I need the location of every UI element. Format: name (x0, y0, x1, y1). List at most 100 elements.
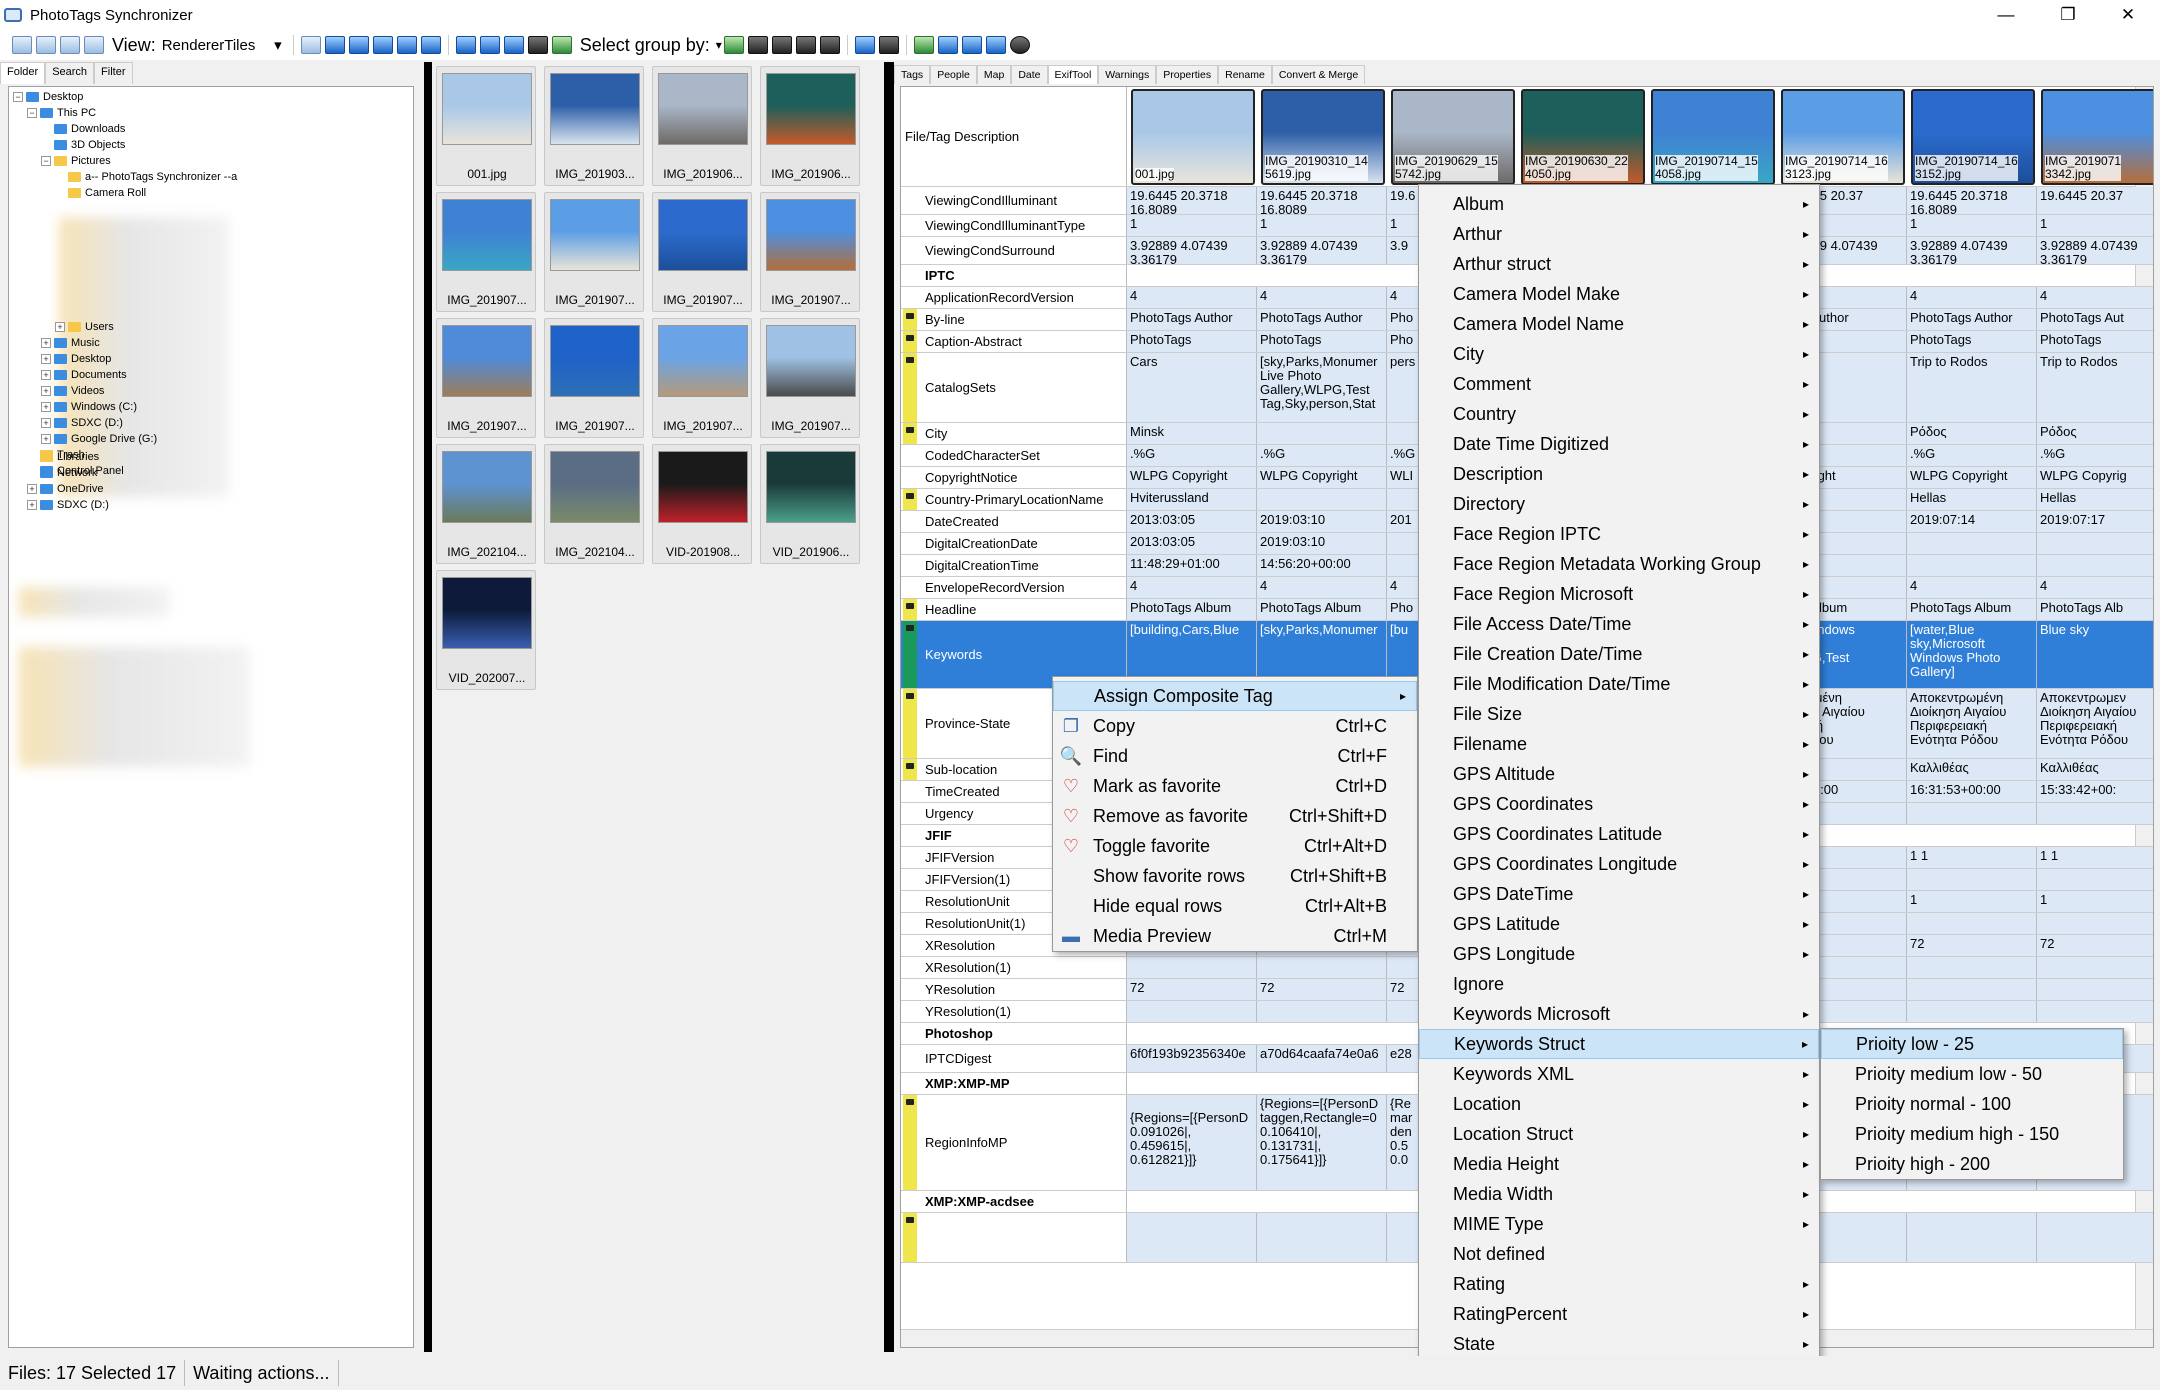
minimize-button[interactable]: — (1978, 0, 2034, 30)
thumbnail-item[interactable]: IMG_201907... (436, 192, 536, 312)
menu-item-description[interactable]: Description ▸ (1419, 459, 1819, 489)
toolbar-icon-2[interactable] (36, 36, 56, 54)
grid-cell[interactable]: {Regions=[{PersonD 0.091026|, 0.459615|,… (1127, 1095, 1257, 1190)
settings-gear-icon[interactable] (961, 36, 982, 54)
menu-item-gps-altitude[interactable]: GPS Altitude ▸ (1419, 759, 1819, 789)
grid-view-icon-1[interactable] (747, 36, 768, 54)
grid-cell[interactable]: PhotoTags Album (1257, 599, 1387, 620)
thumbnail-item[interactable]: IMG_201903... (544, 66, 644, 186)
tree-item[interactable]: + SDXC (D:) (27, 497, 109, 513)
menu-item-directory[interactable]: Directory ▸ (1419, 489, 1819, 519)
grid-cell[interactable]: 1 1 (1907, 847, 2037, 868)
menu-item-arthur-struct[interactable]: Arthur struct ▸ (1419, 249, 1819, 279)
menu-item-not-defined[interactable]: Not defined (1419, 1239, 1819, 1269)
tree-item[interactable]: − This PC (27, 105, 96, 121)
grid-cell[interactable] (2037, 1213, 2153, 1262)
menu-item-media-width[interactable]: Media Width ▸ (1419, 1179, 1819, 1209)
tree-item[interactable]: Libraries (27, 449, 99, 465)
menu-item-comment[interactable]: Comment ▸ (1419, 369, 1819, 399)
tab-properties[interactable]: Properties (1156, 65, 1219, 84)
menu-item-find[interactable]: 🔍 Find Ctrl+F (1053, 741, 1417, 771)
thumbnail-item[interactable]: VID_201906... (760, 444, 860, 564)
grid-cell[interactable] (2037, 1001, 2153, 1022)
grid-cell[interactable]: PhotoTags Aut (2037, 309, 2153, 330)
menu-item-file-access-date-time[interactable]: File Access Date/Time ▸ (1419, 609, 1819, 639)
thumbnail-item[interactable]: IMG_201907... (760, 318, 860, 438)
grid-cell[interactable]: .%G (2037, 445, 2153, 466)
tree-item[interactable]: + Videos (41, 383, 104, 399)
thumbnail-item[interactable]: IMG_201907... (436, 318, 536, 438)
grid-cell[interactable]: 4 (2037, 577, 2153, 598)
menu-item-file-size[interactable]: File Size ▸ (1419, 699, 1819, 729)
tree-item[interactable]: + Music (41, 335, 100, 351)
menu-item-media-height[interactable]: Media Height ▸ (1419, 1149, 1819, 1179)
grid-cell[interactable]: 14:56:20+00:00 (1257, 555, 1387, 576)
column-header-image[interactable]: IMG_20190630_22 4050.jpg (1521, 89, 1645, 185)
menu-item-face-region-metadata-working-group[interactable]: Face Region Metadata Working Group ▸ (1419, 549, 1819, 579)
grid-cell[interactable] (1907, 803, 2037, 824)
menu-item-gps-longitude[interactable]: GPS Longitude ▸ (1419, 939, 1819, 969)
grid-cell[interactable]: [water,Blue sky,Microsoft Windows Photo … (1907, 621, 2037, 688)
grid-cell[interactable]: Αποκεντρωμένη Διοίκηση Αιγαίου Περιφερει… (1907, 689, 2037, 758)
grid-cell[interactable]: {Regions=[{PersonD taggen,Rectangle=0 0.… (1257, 1095, 1387, 1190)
grid-cell[interactable]: 1 (1907, 215, 2037, 236)
toolbar-icon-1[interactable] (12, 36, 32, 54)
grid-cell[interactable]: 4 (2037, 287, 2153, 308)
thumbnail-item[interactable]: IMG_201906... (760, 66, 860, 186)
grid-cell[interactable]: 19.6445 20.3718 16.8089 (1907, 187, 2037, 214)
left-tab-filter[interactable]: Filter (94, 62, 133, 84)
tree-item[interactable]: + Windows (C:) (41, 399, 137, 415)
left-tab-search[interactable]: Search (45, 62, 95, 84)
grid-cell[interactable]: 4 (1907, 577, 2037, 598)
info-icon[interactable] (1009, 36, 1030, 54)
thumbnail-item[interactable]: IMG_201907... (760, 192, 860, 312)
expand-icon[interactable]: + (41, 434, 51, 444)
menu-item-country[interactable]: Country ▸ (1419, 399, 1819, 429)
grid-cell[interactable] (1907, 555, 2037, 576)
view-dropdown[interactable]: RendererTiles ▾ (162, 36, 282, 55)
menu-item-filename[interactable]: Filename ▸ (1419, 729, 1819, 759)
tab-date[interactable]: Date (1011, 65, 1048, 84)
expand-icon[interactable]: + (41, 386, 51, 396)
menu-item-ignore[interactable]: Ignore (1419, 969, 1819, 999)
grid-cell[interactable]: 4 (1127, 577, 1257, 598)
grid-cell[interactable]: Hellas (2037, 489, 2153, 510)
menu-item-keywords-struct[interactable]: Keywords Struct ▸ (1419, 1029, 1819, 1059)
thumbnail-item[interactable]: VID_202007... (436, 570, 536, 690)
favorite-marker-icon[interactable] (903, 331, 917, 352)
grid-cell[interactable] (2037, 957, 2153, 978)
grid-view-icon-4[interactable] (819, 36, 840, 54)
menu-item-gps-datetime[interactable]: GPS DateTime ▸ (1419, 879, 1819, 909)
menu-item-assign-composite-tag[interactable]: Assign Composite Tag ▸ (1053, 681, 1417, 711)
menu-item-album[interactable]: Album ▸ (1419, 189, 1819, 219)
maximize-button[interactable]: ❐ (2040, 0, 2096, 30)
tree-item[interactable]: + Desktop (41, 351, 111, 367)
grid-cell[interactable] (2037, 533, 2153, 554)
grid-cell[interactable]: 2019:03:10 (1257, 533, 1387, 554)
grid-cell[interactable] (1907, 533, 2037, 554)
rotate-right-icon[interactable] (503, 36, 524, 54)
grid-cell[interactable] (2037, 803, 2153, 824)
column-header-image[interactable]: IMG_20190714_16 3152.jpg (1911, 89, 2035, 185)
grid-cell[interactable] (1907, 1213, 2037, 1262)
favorite-marker-icon[interactable] (903, 599, 917, 620)
thumbnail-item[interactable]: IMG_201907... (652, 318, 752, 438)
menu-item-date-time-digitized[interactable]: Date Time Digitized ▸ (1419, 429, 1819, 459)
grid-cell[interactable]: 2013:03:05 (1127, 533, 1257, 554)
toolbar-icon-image-2[interactable] (348, 36, 369, 54)
tab-rename[interactable]: Rename (1218, 65, 1272, 84)
toolbar-icon-media[interactable] (527, 36, 548, 54)
save-icon[interactable] (937, 36, 958, 54)
grid-view-icon-2[interactable] (771, 36, 792, 54)
tree-item[interactable]: + SDXC (D:) (41, 415, 123, 431)
expand-icon[interactable]: + (27, 500, 37, 510)
map-icon[interactable] (913, 36, 934, 54)
toolbar-icon-image-5[interactable] (420, 36, 441, 54)
menu-item-toggle-favorite[interactable]: ♡ Toggle favorite Ctrl+Alt+D (1053, 831, 1417, 861)
menu-item-camera-model-name[interactable]: Camera Model Name ▸ (1419, 309, 1819, 339)
favorite-marker-icon[interactable] (903, 309, 917, 330)
menu-item-face-region-iptc[interactable]: Face Region IPTC ▸ (1419, 519, 1819, 549)
menu-item-keywords-xml[interactable]: Keywords XML ▸ (1419, 1059, 1819, 1089)
menu-item-media-preview[interactable]: ▬ Media Preview Ctrl+M (1053, 921, 1417, 951)
favorite-marker-icon[interactable] (903, 423, 917, 444)
